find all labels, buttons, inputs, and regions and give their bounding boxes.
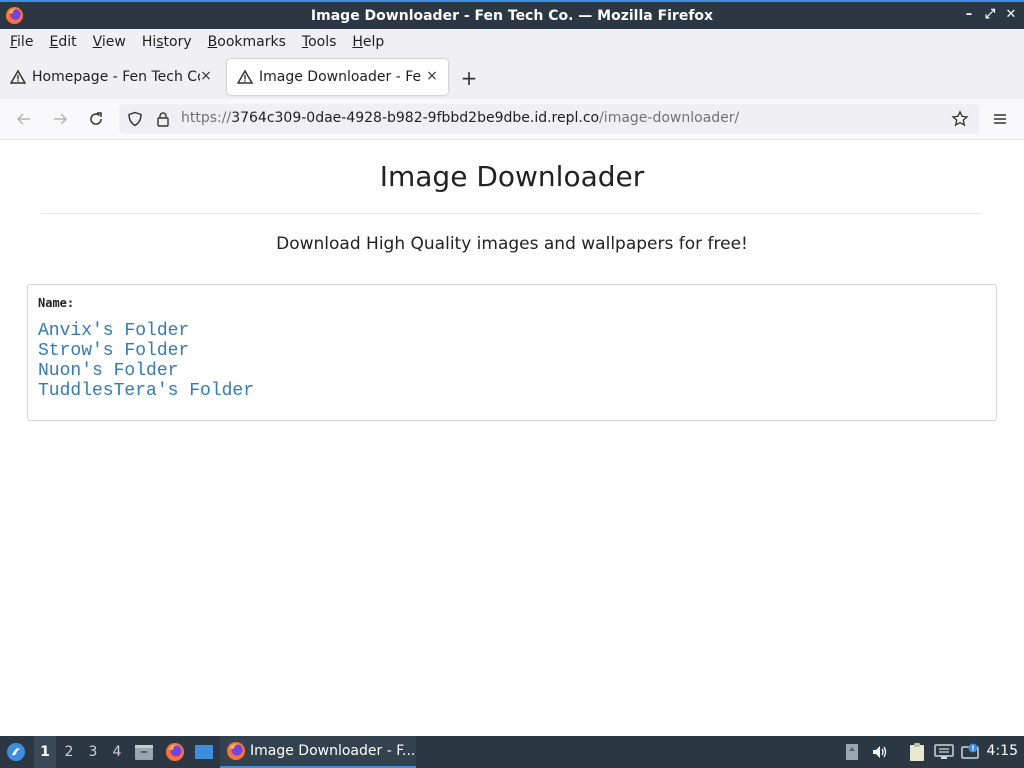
menu-bookmarks[interactable]: Bookmarks (208, 34, 286, 50)
clipboard-icon (910, 743, 924, 761)
tab-strip: Homepage - Fen Tech Co. × Image Download… (0, 54, 1024, 99)
tab-homepage[interactable]: Homepage - Fen Tech Co. × (0, 59, 222, 95)
lock-icon[interactable] (155, 111, 171, 127)
menu-help-accel: H (352, 33, 363, 50)
menu-history-label: tory (163, 33, 192, 50)
menu-view-accel: V (92, 33, 102, 50)
maximize-button[interactable]: ⤢ (981, 5, 999, 25)
reload-button[interactable] (84, 107, 108, 131)
menu-history[interactable]: History (142, 34, 192, 50)
workspace-2[interactable]: 2 (58, 736, 80, 768)
folder-link-tuddlestera[interactable]: TuddlesTera's Folder (38, 381, 254, 401)
url-bar[interactable]: https://3764c309-0dae-4928-b982-9fbbd2be… (119, 104, 979, 134)
show-desktop-launcher[interactable] (192, 736, 216, 768)
close-tab-icon[interactable]: × (424, 68, 440, 84)
close-window-button[interactable]: ✕ (1002, 5, 1020, 25)
page-content: Image Downloader Download High Quality i… (0, 140, 1024, 736)
workspace-4[interactable]: 4 (106, 736, 128, 768)
clock: 4:15 (986, 743, 1018, 759)
window-title: Image Downloader - Fen Tech Co. — Mozill… (310, 7, 714, 24)
url-domain: 3764c309-0dae-4928-b982-9fbbd2be9dbe.id.… (231, 110, 600, 126)
hamburger-menu-icon (994, 114, 1006, 124)
menu-tools-label: ools (308, 33, 337, 50)
start-menu-button[interactable] (4, 736, 28, 768)
package-icon (846, 744, 858, 760)
menu-tools[interactable]: Tools (302, 34, 337, 50)
tray-volume[interactable] (870, 736, 890, 768)
menu-file-accel: F (10, 33, 18, 50)
firefox-icon (227, 742, 245, 760)
workspace-3[interactable]: 3 (82, 736, 104, 768)
menu-file[interactable]: File (0, 34, 33, 50)
arrow-left-icon (16, 113, 30, 125)
folder-list: Anvix's Folder Strow's Folder Nuon's Fol… (38, 321, 254, 401)
url-scheme: https:// (181, 110, 232, 126)
menu-edit-accel: E (49, 33, 59, 50)
minimize-button[interactable]: – (960, 5, 978, 25)
firefox-icon (166, 743, 184, 761)
workspace-1[interactable]: 1 (34, 736, 56, 768)
menu-bookmarks-accel: B (207, 33, 218, 50)
tab-label: Homepage - Fen Tech Co. (32, 69, 200, 85)
navigation-bar: https://3764c309-0dae-4928-b982-9fbbd2be… (0, 99, 1024, 140)
menu-file-label: ile (17, 33, 34, 50)
arrow-right-icon (54, 113, 68, 125)
forward-button[interactable] (48, 107, 72, 131)
firefox-icon (5, 6, 24, 25)
tray-notifications[interactable] (960, 736, 982, 768)
divider (41, 213, 981, 214)
folder-listing: Name: Anvix's Folder Strow's Folder Nuon… (27, 284, 997, 421)
taskbar-window-label: Image Downloader - F... (250, 743, 416, 759)
warning-icon (237, 69, 253, 84)
tray-updates[interactable] (843, 736, 861, 768)
taskbar-window-firefox[interactable]: Image Downloader - F... (220, 736, 416, 768)
folder-link-strow[interactable]: Strow's Folder (38, 341, 254, 361)
firefox-launcher[interactable] (163, 736, 187, 768)
warning-icon (10, 69, 26, 84)
menu-bookmarks-label: ookmarks (217, 33, 286, 50)
url-text[interactable]: https://3764c309-0dae-4928-b982-9fbbd2be… (181, 110, 739, 126)
name-column-header: Name: (38, 296, 75, 310)
volume-icon (873, 746, 887, 758)
file-manager-icon (135, 745, 153, 760)
url-path: /image-downloader/ (599, 110, 740, 126)
notification-icon (961, 743, 979, 759)
desktop-icon (195, 745, 213, 759)
page-title: Image Downloader (379, 160, 645, 193)
menu-bar: File Edit View History Bookmarks Tools H… (0, 29, 1024, 54)
window-titlebar: Image Downloader - Fen Tech Co. — Mozill… (0, 0, 1024, 29)
star-bookmark-icon[interactable] (951, 110, 969, 128)
network-icon (934, 744, 954, 759)
reload-icon (90, 112, 102, 125)
page-subtitle: Download High Quality images and wallpap… (276, 234, 748, 254)
taskbar: 1 2 3 4 Image Downloader - F... 4:15 (0, 736, 1024, 768)
folder-link-anvix[interactable]: Anvix's Folder (38, 321, 254, 341)
new-tab-button[interactable]: + (458, 67, 480, 89)
tray-network[interactable] (933, 736, 955, 768)
back-button[interactable] (12, 107, 36, 131)
folder-link-nuon[interactable]: Nuon's Folder (38, 361, 254, 381)
tray-clipboard[interactable] (906, 736, 928, 768)
menu-edit[interactable]: Edit (49, 34, 76, 50)
file-manager-launcher[interactable] (133, 736, 155, 768)
menu-help[interactable]: Help (352, 34, 384, 50)
app-menu-button[interactable] (988, 107, 1012, 131)
menu-edit-label: dit (58, 33, 77, 50)
menu-history-pre: Hi (141, 33, 157, 50)
shield-icon[interactable] (127, 111, 143, 127)
menu-view-label: iew (101, 33, 126, 50)
distro-logo-icon (7, 743, 25, 761)
menu-help-label: elp (362, 33, 385, 50)
tab-image-downloader[interactable]: Image Downloader - Fen × (227, 59, 448, 95)
menu-view[interactable]: View (93, 34, 126, 50)
menu-history-accel: s (156, 33, 164, 50)
tab-label: Image Downloader - Fen (259, 69, 421, 85)
close-tab-icon[interactable]: × (198, 68, 214, 84)
